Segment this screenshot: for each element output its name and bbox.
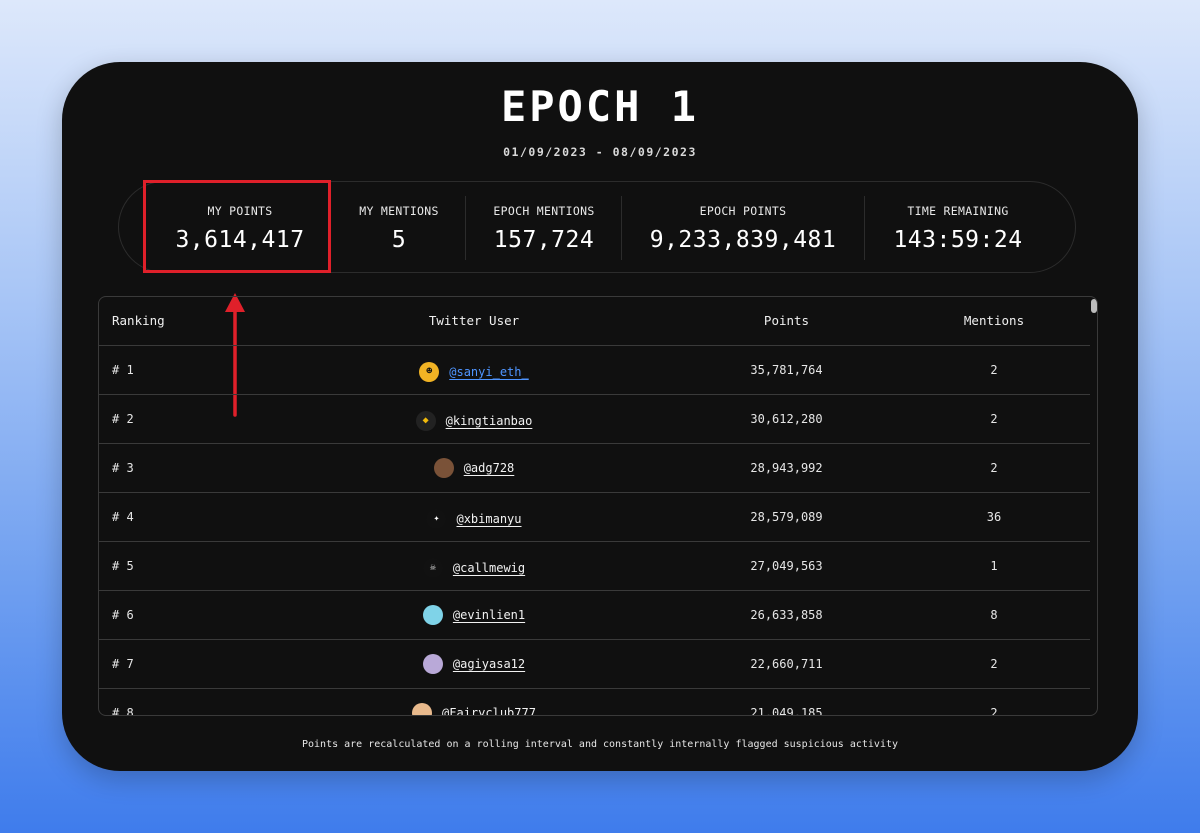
twitter-handle-link[interactable]: @adg728: [464, 444, 515, 492]
table-row: # 7 @agiyasa12 22,660,711 2: [99, 640, 1090, 689]
rank-cell: # 3: [112, 461, 134, 475]
stat-label: MY MENTIONS: [359, 204, 439, 218]
user-cell: ☠ @callmewig: [299, 542, 649, 590]
column-header-ranking: Ranking: [112, 313, 165, 328]
scrollbar-thumb[interactable]: [1091, 299, 1097, 313]
points-cell: 22,660,711: [750, 657, 823, 671]
user-cell: @evinlien1: [299, 591, 649, 639]
points-cell: 28,943,992: [750, 461, 823, 475]
rank-cell: # 7: [112, 657, 134, 671]
avatar: ☠: [422, 558, 443, 578]
stat-value: 9,233,839,481: [649, 227, 837, 253]
twitter-handle-link[interactable]: @kingtianbao: [446, 397, 533, 445]
user-cell: @Fairyclub777: [299, 689, 649, 715]
table-row: # 6 @evinlien1 26,633,858 8: [99, 591, 1090, 640]
stat-value: 157,724: [493, 227, 595, 253]
table-row: # 5 ☠ @callmewig 27,049,563 1: [99, 542, 1090, 591]
user-cell: @agiyasa12: [299, 640, 649, 688]
mentions-cell: 2: [990, 706, 998, 716]
mentions-cell: 2: [990, 461, 998, 475]
twitter-handle-link[interactable]: @xbimanyu: [456, 495, 521, 543]
stat-time-remaining: TIME REMAINING 143:59:24: [874, 182, 1042, 274]
stat-value: 5: [391, 227, 407, 253]
column-header-mentions: Mentions: [963, 313, 1025, 328]
twitter-handle-link[interactable]: @evinlien1: [453, 591, 525, 639]
twitter-handle-link[interactable]: @sanyi_eth_: [449, 348, 528, 396]
rank-cell: # 6: [112, 608, 134, 622]
rank-cell: # 4: [112, 510, 134, 524]
points-cell: 21,049,185: [750, 706, 823, 716]
stat-value: 143:59:24: [893, 227, 1023, 253]
highlight-box: [143, 180, 331, 273]
points-cell: 28,579,089: [750, 510, 823, 524]
user-cell: ☻ @sanyi_eth_: [299, 346, 649, 394]
avatar: ✦: [426, 509, 447, 529]
stat-label: TIME REMAINING: [907, 204, 1009, 218]
stat-label: EPOCH MENTIONS: [493, 204, 595, 218]
rank-cell: # 8: [112, 706, 134, 716]
epoch-date-range: 01/09/2023 - 08/09/2023: [503, 145, 697, 159]
mentions-cell: 36: [986, 510, 1002, 524]
epoch-title: EPOCH 1: [500, 82, 699, 131]
mentions-cell: 2: [990, 363, 998, 377]
avatar: [422, 654, 443, 674]
rank-cell: # 2: [112, 412, 134, 426]
mentions-cell: 2: [990, 657, 998, 671]
stat-divider: [864, 196, 865, 260]
table-row: # 8 @Fairyclub777 21,049,185 2: [99, 689, 1090, 716]
avatar: ☻: [419, 362, 440, 382]
mentions-cell: 2: [990, 412, 998, 426]
avatar: ◆: [415, 411, 436, 431]
footnote: Points are recalculated on a rolling int…: [301, 739, 899, 750]
stat-divider: [465, 196, 466, 260]
stat-my-mentions: MY MENTIONS 5: [344, 182, 454, 274]
table-row: # 1 ☻ @sanyi_eth_ 35,781,764 2: [99, 346, 1090, 395]
rank-cell: # 5: [112, 559, 134, 573]
points-cell: 30,612,280: [750, 412, 823, 426]
rank-cell: # 1: [112, 363, 134, 377]
points-cell: 27,049,563: [750, 559, 823, 573]
table-row: # 4 ✦ @xbimanyu 28,579,089 36: [99, 493, 1090, 542]
avatar: [412, 703, 433, 715]
leaderboard-table[interactable]: Ranking Twitter User Points Mentions # 1…: [98, 296, 1098, 716]
points-cell: 26,633,858: [750, 608, 823, 622]
table-header: Ranking Twitter User Points Mentions: [99, 297, 1090, 346]
table-scrollbar[interactable]: [1090, 297, 1097, 715]
column-header-points: Points: [763, 313, 810, 328]
stat-epoch-points: EPOCH POINTS 9,233,839,481: [629, 182, 857, 274]
mentions-cell: 1: [990, 559, 998, 573]
avatar: [433, 458, 454, 478]
mentions-cell: 8: [990, 608, 998, 622]
points-cell: 35,781,764: [750, 363, 823, 377]
twitter-handle-link[interactable]: @callmewig: [453, 544, 525, 592]
user-cell: ◆ @kingtianbao: [299, 395, 649, 443]
avatar: [422, 605, 443, 625]
table-row: # 2 ◆ @kingtianbao 30,612,280 2: [99, 395, 1090, 444]
column-header-twitter-user: Twitter User: [428, 313, 520, 328]
stat-label: EPOCH POINTS: [699, 204, 787, 218]
twitter-handle-link[interactable]: @agiyasa12: [453, 640, 525, 688]
table-row: # 3 @adg728 28,943,992 2: [99, 444, 1090, 493]
stat-epoch-mentions: EPOCH MENTIONS 157,724: [474, 182, 614, 274]
stat-divider: [621, 196, 622, 260]
user-cell: @adg728: [299, 444, 649, 492]
twitter-handle-link[interactable]: @Fairyclub777: [442, 689, 536, 715]
user-cell: ✦ @xbimanyu: [299, 493, 649, 541]
